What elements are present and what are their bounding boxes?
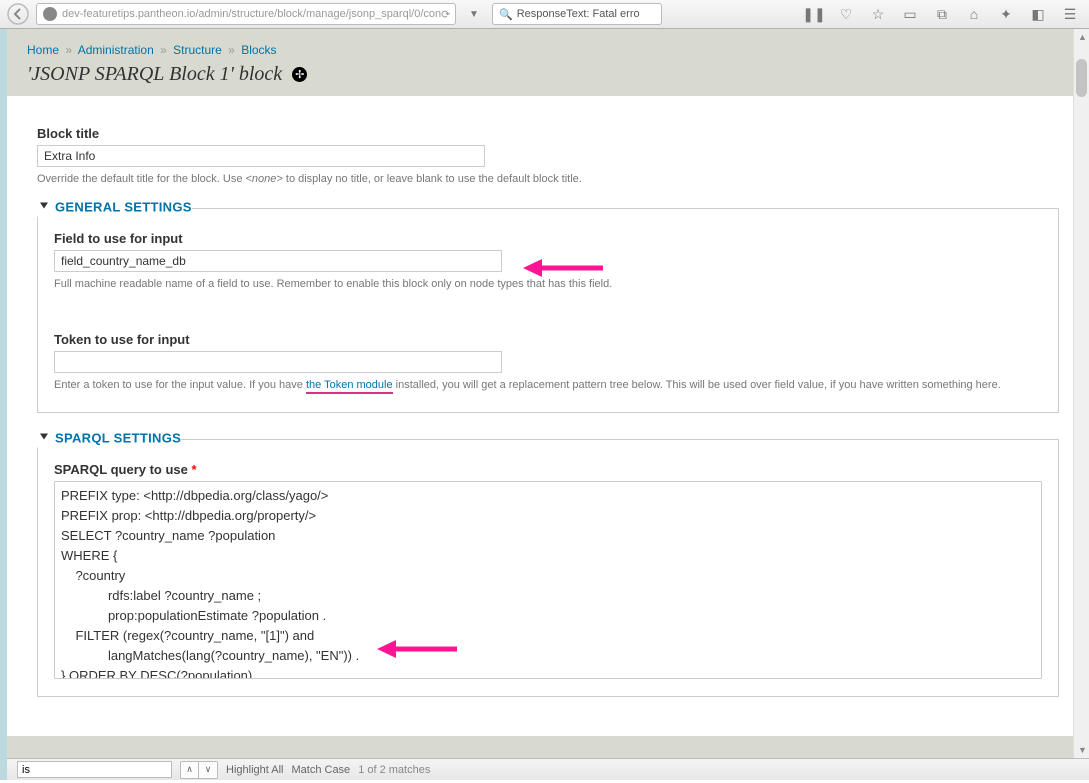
menu-icon[interactable]: ☰ bbox=[1055, 3, 1085, 25]
required-marker: * bbox=[192, 462, 197, 477]
token-module-link[interactable]: the Token module bbox=[306, 379, 393, 394]
find-next-button[interactable]: ∨ bbox=[199, 762, 217, 778]
desc-em: <none> bbox=[246, 173, 283, 185]
field-input[interactable] bbox=[54, 250, 502, 272]
breadcrumb: Home » Administration » Structure » Bloc… bbox=[27, 43, 1069, 57]
field-input-row: Field to use for input Full machine read… bbox=[54, 231, 1042, 293]
toolbar-icons: ❚❚ ♡ ☆ ▭ ⧉ ⌂ ✦ ◧ ☰ bbox=[799, 3, 1085, 25]
history-icon[interactable]: ⧉ bbox=[927, 3, 957, 25]
scroll-up-icon[interactable]: ▲ bbox=[1078, 32, 1087, 42]
desc-text: to display no title, or leave blank to u… bbox=[283, 173, 582, 185]
block-title-description: Override the default title for the block… bbox=[37, 171, 1059, 188]
legend-text: GENERAL SETTINGS bbox=[55, 199, 192, 214]
page-header: Home » Administration » Structure » Bloc… bbox=[7, 29, 1089, 96]
bookmark-icon[interactable]: ☆ bbox=[863, 3, 893, 25]
token-input-row: Token to use for input Enter a token to … bbox=[54, 332, 1042, 394]
find-nav: ∧ ∨ bbox=[180, 761, 218, 779]
find-prev-button[interactable]: ∧ bbox=[181, 762, 199, 778]
dropdown-icon[interactable]: ▼ bbox=[460, 3, 488, 25]
sparql-query-row: SPARQL query to use * bbox=[54, 462, 1042, 682]
token-input-label: Token to use for input bbox=[54, 332, 1042, 347]
sparql-settings-legend[interactable]: SPARQL SETTINGS bbox=[37, 430, 181, 447]
browser-toolbar: dev-featuretips.pantheon.io/admin/struct… bbox=[0, 0, 1089, 29]
globe-icon bbox=[43, 7, 57, 21]
token-input[interactable] bbox=[54, 351, 502, 373]
page-title-text: 'JSONP SPARQL Block 1' block bbox=[27, 63, 282, 86]
find-bar: ∧ ∨ Highlight All Match Case 1 of 2 matc… bbox=[7, 758, 1089, 780]
back-button[interactable] bbox=[4, 3, 32, 25]
breadcrumb-sep: » bbox=[65, 43, 72, 57]
pause-icon[interactable]: ❚❚ bbox=[799, 3, 829, 25]
legend-text: SPARQL SETTINGS bbox=[55, 430, 181, 445]
general-settings-fieldset: GENERAL SETTINGS Field to use for input … bbox=[37, 208, 1059, 413]
field-input-description: Full machine readable name of a field to… bbox=[54, 276, 1042, 293]
sparql-settings-fieldset: SPARQL SETTINGS SPARQL query to use * bbox=[37, 439, 1059, 697]
search-text: ResponseText: Fatal erro bbox=[517, 8, 640, 20]
breadcrumb-structure[interactable]: Structure bbox=[173, 43, 222, 57]
add-icon[interactable]: ✢ bbox=[292, 67, 307, 82]
desc-text: Enter a token to use for the input value… bbox=[54, 379, 306, 391]
token-input-description: Enter a token to use for the input value… bbox=[54, 377, 1042, 394]
chevron-down-icon bbox=[40, 202, 48, 208]
block-title-label: Block title bbox=[37, 126, 1059, 141]
field-input-label: Field to use for input bbox=[54, 231, 1042, 246]
desc-text: installed, you will get a replacement pa… bbox=[393, 379, 1001, 391]
home-icon[interactable]: ⌂ bbox=[959, 3, 989, 25]
general-settings-legend[interactable]: GENERAL SETTINGS bbox=[37, 199, 192, 216]
search-icon: 🔍 bbox=[499, 8, 513, 21]
scrollbar-vertical[interactable]: ▲ ▼ bbox=[1073, 29, 1089, 758]
content-area: Block title Override the default title f… bbox=[7, 96, 1089, 736]
sparql-query-label: SPARQL query to use * bbox=[54, 462, 1042, 477]
sparql-query-textarea[interactable] bbox=[54, 481, 1042, 679]
refresh-icon[interactable]: ⟳ bbox=[441, 8, 450, 21]
breadcrumb-home[interactable]: Home bbox=[27, 43, 59, 57]
match-case-toggle[interactable]: Match Case bbox=[291, 764, 350, 776]
label-text: SPARQL query to use bbox=[54, 462, 188, 477]
browser-search[interactable]: 🔍 ResponseText: Fatal erro bbox=[492, 3, 662, 25]
highlight-all-toggle[interactable]: Highlight All bbox=[226, 764, 283, 776]
url-text: dev-featuretips.pantheon.io/admin/struct… bbox=[62, 8, 441, 20]
breadcrumb-administration[interactable]: Administration bbox=[78, 43, 154, 57]
devtools-icon[interactable]: ✦ bbox=[991, 3, 1021, 25]
find-input[interactable] bbox=[17, 761, 172, 778]
desc-text: Override the default title for the block… bbox=[37, 173, 246, 185]
scroll-thumb[interactable] bbox=[1076, 59, 1087, 97]
addons-icon[interactable]: ◧ bbox=[1023, 3, 1053, 25]
block-title-input[interactable] bbox=[37, 145, 485, 167]
scroll-down-icon[interactable]: ▼ bbox=[1078, 745, 1087, 755]
block-title-row: Block title Override the default title f… bbox=[37, 126, 1059, 188]
heart-icon[interactable]: ♡ bbox=[831, 3, 861, 25]
url-bar[interactable]: dev-featuretips.pantheon.io/admin/struct… bbox=[36, 3, 456, 25]
page-title: 'JSONP SPARQL Block 1' block ✢ bbox=[27, 63, 1069, 86]
breadcrumb-blocks[interactable]: Blocks bbox=[241, 43, 276, 57]
find-status: 1 of 2 matches bbox=[358, 764, 430, 776]
breadcrumb-sep: » bbox=[160, 43, 167, 57]
window-icon[interactable]: ▭ bbox=[895, 3, 925, 25]
breadcrumb-sep: » bbox=[228, 43, 235, 57]
chevron-down-icon bbox=[40, 433, 48, 439]
